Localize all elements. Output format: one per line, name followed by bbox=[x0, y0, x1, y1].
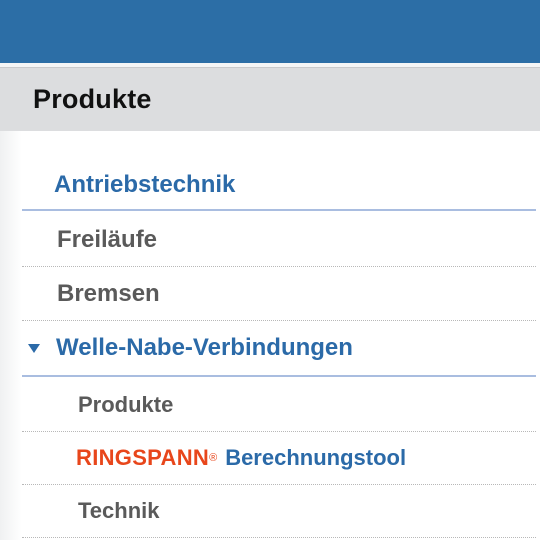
nav-subitem-produkte[interactable]: Produkte bbox=[22, 379, 536, 432]
panel-title: Produkte bbox=[33, 84, 152, 114]
nav-item-freilaeufe[interactable]: Freiläufe bbox=[22, 213, 536, 267]
nav-subitem-label: Berechnungstool bbox=[225, 445, 407, 470]
top-bar bbox=[0, 0, 540, 63]
nav-subitem-label: Produkte bbox=[78, 392, 174, 417]
page: Produkte Antriebstechnik Freiläufe Brems… bbox=[0, 0, 540, 540]
nav-item-label: Welle-Nabe-Verbindungen bbox=[56, 334, 353, 361]
registered-mark: ® bbox=[209, 452, 218, 464]
nav-item-label: Freiläufe bbox=[57, 225, 158, 253]
nav-item-bremsen[interactable]: Bremsen bbox=[22, 267, 536, 321]
nav-subitem-technik[interactable]: Technik bbox=[22, 485, 536, 538]
nav-category-antriebstechnik[interactable]: Antriebstechnik bbox=[22, 161, 536, 211]
nav-item-welle-nabe-verbindungen[interactable]: Welle-Nabe-Verbindungen bbox=[22, 321, 536, 377]
panel-edge bbox=[0, 131, 22, 540]
nav-subitem-berechnungstool[interactable]: RINGSPANN ® Berechnungstool bbox=[22, 432, 536, 485]
triangle-down-icon bbox=[28, 343, 40, 353]
panel-header: Produkte bbox=[0, 67, 540, 131]
nav-subitem-label: Technik bbox=[78, 498, 160, 523]
nav-item-label: Bremsen bbox=[57, 279, 160, 307]
nav-category-label: Antriebstechnik bbox=[54, 171, 236, 198]
ringspann-logo: RINGSPANN bbox=[76, 445, 210, 470]
